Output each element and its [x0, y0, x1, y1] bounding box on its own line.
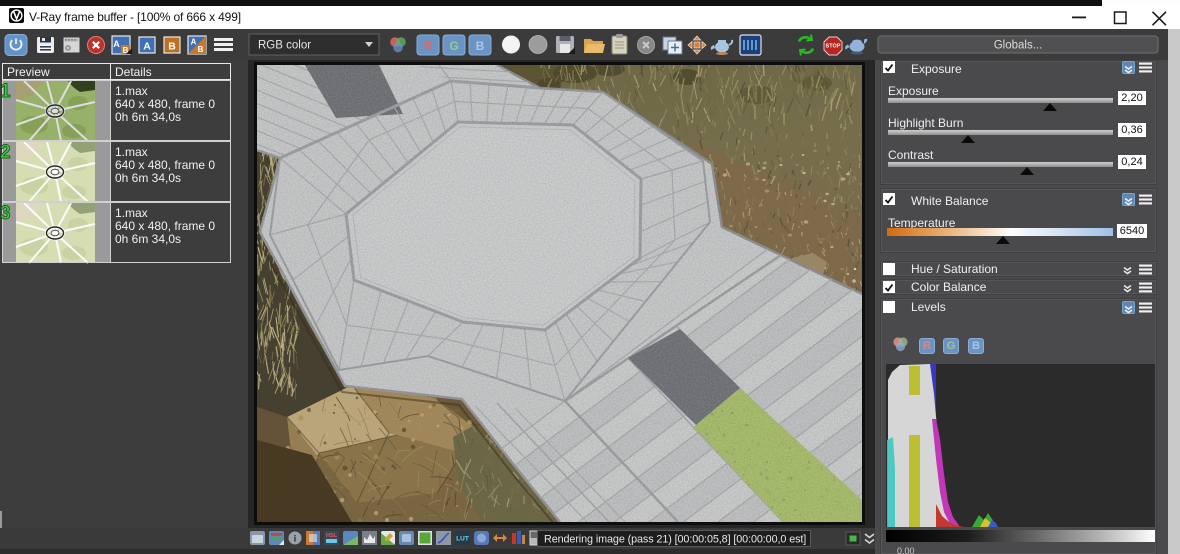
svg-text:B: B — [198, 45, 204, 54]
svg-text:Rendering image (pass 21) [00:: Rendering image (pass 21) [00:00:05,8] [… — [544, 534, 806, 546]
svg-text:2: 2 — [0, 142, 11, 163]
svg-text:i: i — [294, 534, 297, 544]
svg-text:640 x 480, frame 0: 640 x 480, frame 0 — [115, 158, 215, 172]
svg-text:1.max: 1.max — [115, 206, 148, 220]
svg-text:0h 6m 34,0s: 0h 6m 34,0s — [115, 171, 181, 185]
svg-text:640 x 480, frame 0: 640 x 480, frame 0 — [115, 219, 215, 233]
svg-text:B: B — [168, 41, 176, 53]
svg-text:RGB color: RGB color — [258, 40, 311, 52]
svg-text:R: R — [424, 39, 433, 53]
svg-text:3: 3 — [0, 203, 11, 224]
svg-text:640 x 480, frame 0: 640 x 480, frame 0 — [115, 97, 215, 111]
svg-text:A: A — [113, 39, 120, 49]
svg-text:HSL: HSL — [326, 533, 338, 539]
svg-text:1.max: 1.max — [115, 145, 148, 159]
svg-text:B: B — [476, 39, 485, 53]
svg-text:1: 1 — [0, 81, 11, 102]
svg-text:G: G — [449, 39, 458, 53]
svg-text:0h 6m 34,0s: 0h 6m 34,0s — [115, 232, 181, 246]
svg-text:0h 6m 34,0s: 0h 6m 34,0s — [115, 110, 181, 124]
svg-text:A: A — [191, 38, 197, 47]
svg-text:A: A — [143, 41, 151, 53]
svg-text:1.max: 1.max — [115, 84, 148, 98]
svg-text:STOP: STOP — [826, 44, 841, 50]
svg-text:Preview: Preview — [7, 65, 50, 79]
svg-text:LUT: LUT — [456, 536, 469, 543]
svg-text:Globals...: Globals... — [994, 40, 1043, 52]
svg-text:Details: Details — [115, 65, 152, 79]
